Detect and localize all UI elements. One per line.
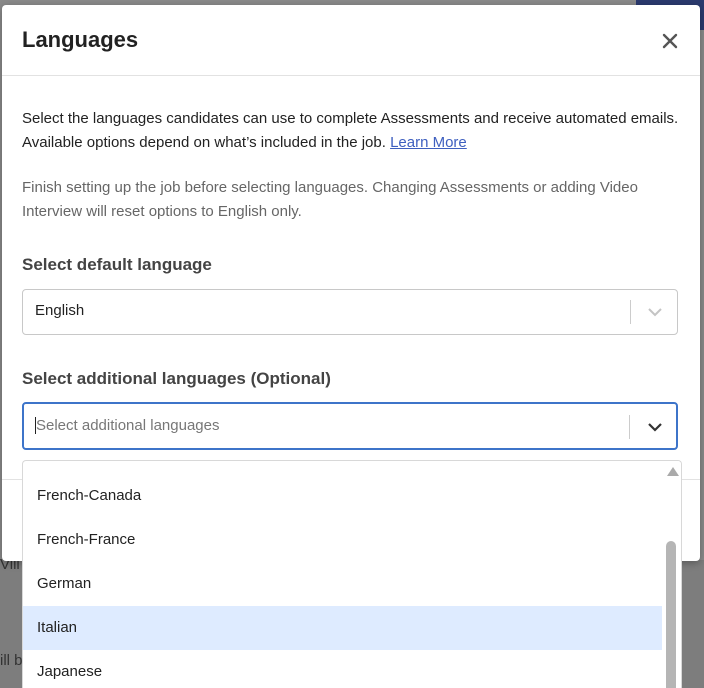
scroll-up-arrow-icon[interactable] — [667, 467, 679, 476]
close-button[interactable] — [658, 29, 682, 53]
additional-languages-label: Select additional languages (Optional) — [22, 369, 331, 388]
dropdown-option[interactable]: Japanese — [23, 650, 662, 688]
default-language-value: English — [35, 302, 85, 319]
dropdown-scrollbar[interactable] — [663, 461, 681, 688]
default-language-label: Select default language — [22, 255, 212, 274]
background-text-fragment: ill b — [0, 652, 23, 669]
languages-dropdown-menu: French-Canada French-France German Italian J… — [22, 460, 682, 688]
modal-header: Languages — [2, 5, 700, 76]
select-separator — [629, 415, 630, 439]
scrollbar-thumb[interactable] — [666, 541, 676, 688]
dropdown-option[interactable]: German — [23, 562, 662, 606]
chevron-down-icon[interactable] — [645, 302, 665, 322]
dropdown-option[interactable]: French-France — [23, 518, 662, 562]
intro-text: Select the languages candidates can use … — [22, 110, 679, 151]
select-separator — [630, 300, 631, 324]
close-icon — [662, 33, 678, 49]
additional-languages-select[interactable]: Select additional languages — [22, 402, 678, 450]
dropdown-option[interactable]: Italian — [23, 606, 662, 650]
learn-more-link[interactable]: Learn More — [390, 134, 467, 151]
chevron-down-icon[interactable] — [645, 417, 665, 437]
additional-languages-input[interactable]: Select additional languages — [35, 417, 219, 434]
setup-note: Finish setting up the job before selecti… — [22, 179, 638, 220]
dropdown-option[interactable]: French-Canada — [23, 474, 662, 518]
dropdown-options-list: French-Canada French-France German Italian J… — [23, 474, 662, 688]
modal-title: Languages — [22, 27, 139, 52]
default-language-select[interactable]: English — [22, 289, 678, 335]
